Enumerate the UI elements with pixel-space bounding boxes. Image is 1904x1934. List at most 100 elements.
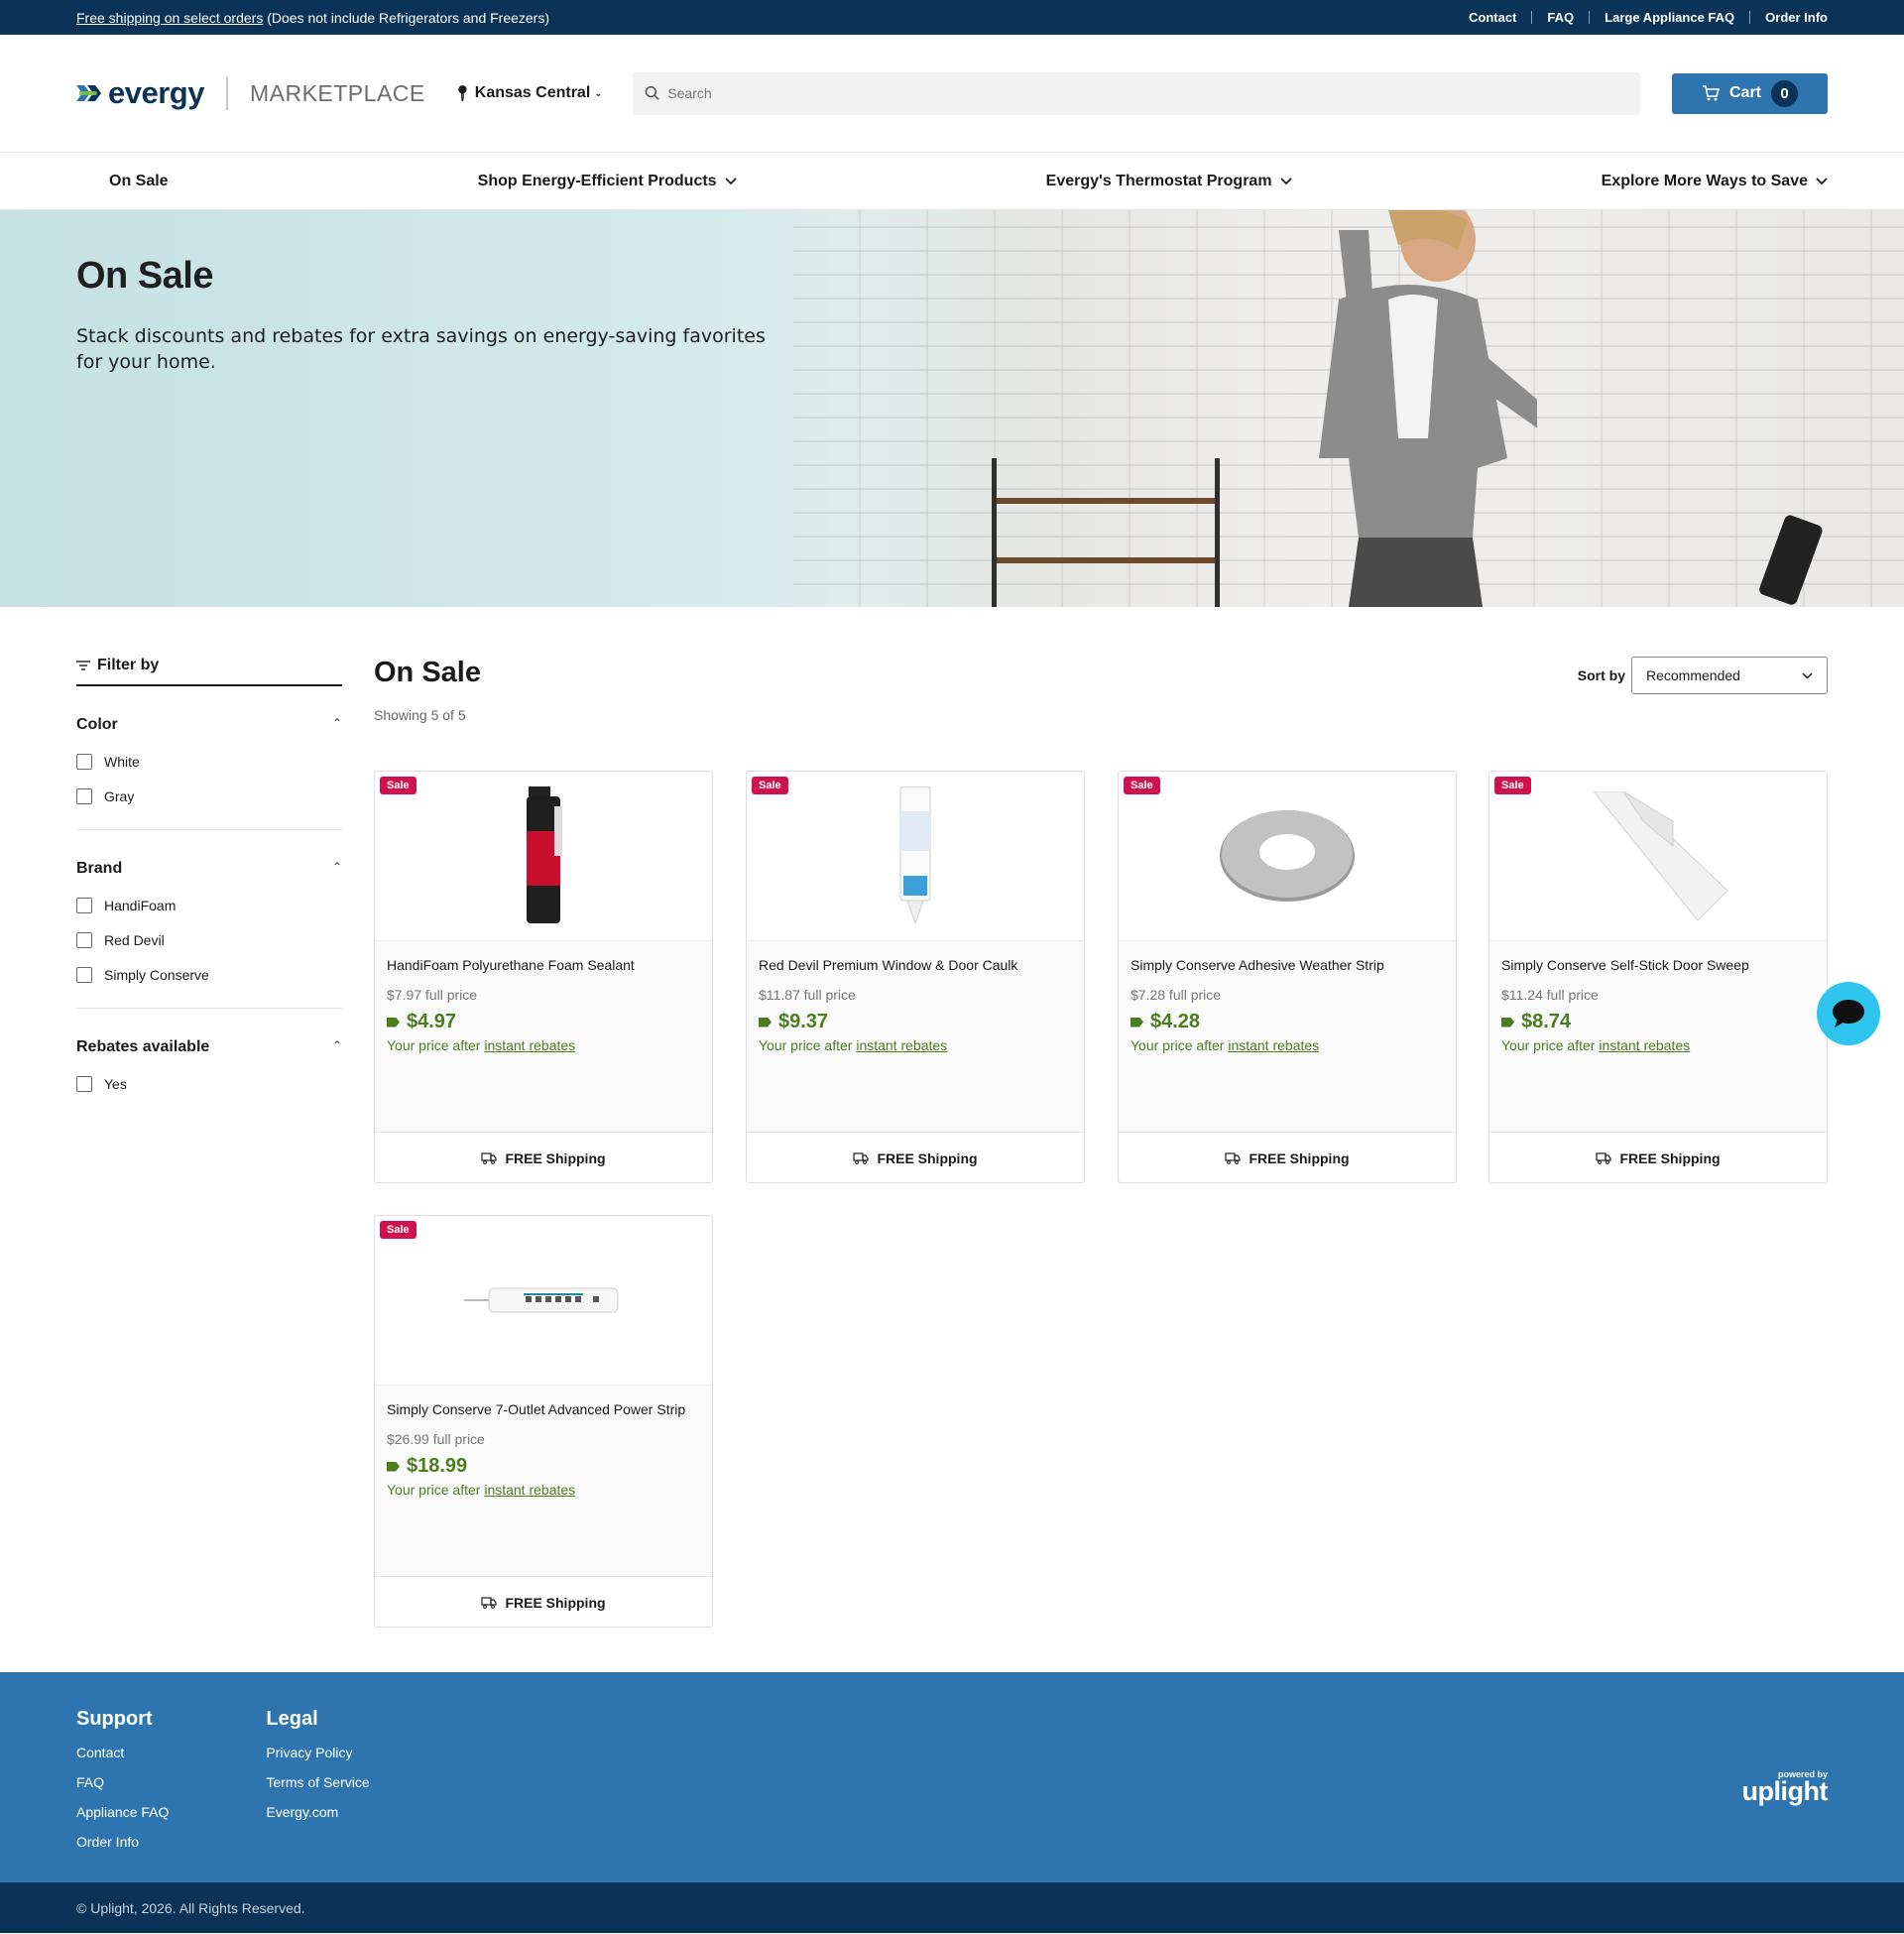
- product-card[interactable]: Sale Simply Conserve Self-Stick Door Swe…: [1488, 771, 1828, 1183]
- instant-rebates-link[interactable]: instant rebates: [1599, 1037, 1690, 1053]
- product-name[interactable]: Simply Conserve Self-Stick Door Sweep: [1501, 957, 1815, 973]
- footer-link-appliance-faq[interactable]: Appliance FAQ: [76, 1804, 169, 1834]
- product-image[interactable]: Sale: [1119, 772, 1456, 941]
- checkbox[interactable]: [76, 931, 92, 948]
- filter-option-label: Gray: [104, 787, 135, 804]
- instant-rebates-link[interactable]: instant rebates: [484, 1037, 575, 1053]
- sale-price-value: $9.37: [778, 1011, 829, 1032]
- nav-item-explore-more-ways[interactable]: Explore More Ways to Save: [1602, 173, 1828, 190]
- footer-link-contact[interactable]: Contact: [76, 1745, 169, 1774]
- free-shipping-link[interactable]: Free shipping on select orders: [76, 10, 263, 26]
- foam-sealant-can-image: [527, 786, 562, 923]
- rebate-prefix: Your price after: [387, 1482, 481, 1498]
- filter-option-label: Simply Conserve: [104, 966, 209, 983]
- chevron-down-icon: [724, 177, 737, 184]
- truck-icon: [1225, 1151, 1242, 1164]
- cart-button[interactable]: Cart 0: [1672, 72, 1828, 114]
- shipping-label: FREE Shipping: [877, 1149, 978, 1166]
- instant-rebates-link[interactable]: instant rebates: [484, 1482, 575, 1498]
- footer-link-order-info[interactable]: Order Info: [76, 1834, 169, 1864]
- uplight-logo[interactable]: powered by uplight: [1742, 1769, 1829, 1807]
- checkbox[interactable]: [76, 897, 92, 913]
- filter-heading: Filter by: [97, 657, 160, 673]
- product-card[interactable]: Sale Red Devil Premium Window & Door Cau…: [746, 771, 1085, 1183]
- filter-option-yes[interactable]: Yes: [76, 1066, 342, 1101]
- nav-item-label: Explore More Ways to Save: [1601, 172, 1808, 189]
- product-image[interactable]: Sale: [375, 772, 712, 941]
- filter-option-handifoam[interactable]: HandiFoam: [76, 888, 342, 922]
- search-bar[interactable]: [632, 71, 1640, 115]
- truck-icon: [481, 1151, 498, 1164]
- filter-option-gray[interactable]: Gray: [76, 779, 342, 813]
- product-image[interactable]: Sale: [1489, 772, 1827, 941]
- instant-rebates-link[interactable]: instant rebates: [1228, 1037, 1319, 1053]
- chevron-up-icon: ⌃: [331, 1038, 342, 1052]
- chat-button[interactable]: [1817, 982, 1880, 1045]
- checkbox[interactable]: [76, 1075, 92, 1092]
- filter-group-brand: Brand ⌃ HandiFoam Red Devil Simply Conse…: [76, 830, 342, 1009]
- nav-item-on-sale[interactable]: On Sale: [109, 173, 169, 190]
- product-name[interactable]: Simply Conserve Adhesive Weather Strip: [1130, 957, 1444, 973]
- main-content: Filter by Color ⌃ White Gray Brand ⌃ Han…: [0, 607, 1904, 1672]
- rebate-prefix: Your price after: [1501, 1037, 1596, 1053]
- product-card[interactable]: Sale Simply Conserve 7-Outlet Advanced P…: [374, 1215, 713, 1628]
- utility-link-faq[interactable]: FAQ: [1532, 10, 1589, 25]
- full-price: $11.87 full price: [759, 987, 856, 1003]
- logo-divider: [225, 76, 228, 110]
- utility-link-large-appliance-faq[interactable]: Large Appliance FAQ: [1590, 10, 1749, 25]
- checkbox[interactable]: [76, 966, 92, 983]
- sale-badge: Sale: [380, 1221, 416, 1239]
- location-pin-icon: 📍︎: [452, 85, 472, 102]
- copyright-bar: © Uplight, 2026. All Rights Reserved.: [0, 1882, 1904, 1933]
- site-header: evergy MARKETPLACE 📍︎ Kansas Central ⌄ C…: [0, 35, 1904, 153]
- product-name[interactable]: Simply Conserve 7-Outlet Advanced Power …: [387, 1401, 700, 1417]
- utility-link-contact[interactable]: Contact: [1454, 10, 1531, 25]
- rebate-prefix: Your price after: [759, 1037, 853, 1053]
- location-selector[interactable]: 📍︎ Kansas Central ⌄: [453, 84, 603, 102]
- chevron-down-icon: [1816, 177, 1828, 184]
- filter-option-white[interactable]: White: [76, 744, 342, 779]
- cart-count-badge: 0: [1771, 79, 1798, 107]
- truck-icon: [481, 1596, 498, 1609]
- filter-group-toggle[interactable]: Color ⌃: [76, 716, 342, 734]
- filter-header[interactable]: Filter by: [76, 657, 342, 686]
- product-image[interactable]: Sale: [747, 772, 1084, 941]
- utility-link-order-info[interactable]: Order Info: [1750, 10, 1828, 25]
- filter-option-red-devil[interactable]: Red Devil: [76, 922, 342, 957]
- product-card[interactable]: Sale Simply Conserve Adhesive Weather St…: [1118, 771, 1457, 1183]
- door-sweep-image: [1593, 791, 1728, 920]
- product-name[interactable]: HandiFoam Polyurethane Foam Sealant: [387, 957, 700, 973]
- instant-rebates-link[interactable]: instant rebates: [856, 1037, 947, 1053]
- filter-group-color: Color ⌃ White Gray: [76, 686, 342, 830]
- checkbox[interactable]: [76, 787, 92, 804]
- footer-link-privacy[interactable]: Privacy Policy: [266, 1745, 369, 1774]
- sort-label: Sort by: [1577, 667, 1625, 683]
- shipping-label: FREE Shipping: [1249, 1149, 1350, 1166]
- filter-option-simply-conserve[interactable]: Simply Conserve: [76, 957, 342, 992]
- footer-support: Support Contact FAQ Appliance FAQ Order …: [76, 1708, 169, 1864]
- shipping-label: FREE Shipping: [505, 1149, 606, 1166]
- price-tag-icon: [759, 1017, 772, 1027]
- evergy-logo[interactable]: evergy MARKETPLACE: [76, 75, 425, 111]
- shipping-info: FREE Shipping: [747, 1132, 1084, 1182]
- footer-link-evergy[interactable]: Evergy.com: [266, 1804, 369, 1834]
- footer-link-faq[interactable]: FAQ: [76, 1774, 169, 1804]
- checkbox[interactable]: [76, 753, 92, 770]
- product-card[interactable]: Sale HandiFoam Polyurethane Foam Sealant…: [374, 771, 713, 1183]
- price-tag-icon: [387, 1017, 400, 1027]
- sort-select[interactable]: Recommended: [1631, 657, 1828, 694]
- filter-group-title: Brand: [76, 860, 123, 877]
- footer-link-terms[interactable]: Terms of Service: [266, 1774, 369, 1804]
- chevron-up-icon: ⌃: [331, 716, 342, 730]
- copyright-text: © Uplight, 2026. All Rights Reserved.: [76, 1899, 305, 1916]
- sale-badge: Sale: [1124, 777, 1160, 794]
- filter-group-toggle[interactable]: Rebates available ⌃: [76, 1038, 342, 1056]
- filter-option-label: Yes: [104, 1075, 127, 1092]
- product-image[interactable]: Sale: [375, 1216, 712, 1386]
- search-input[interactable]: [667, 85, 1628, 101]
- product-name[interactable]: Red Devil Premium Window & Door Caulk: [759, 957, 1072, 973]
- nav-item-shop-energy-efficient[interactable]: Shop Energy-Efficient Products: [478, 173, 737, 190]
- filter-group-toggle[interactable]: Brand ⌃: [76, 860, 342, 878]
- nav-item-thermostat-program[interactable]: Evergy's Thermostat Program: [1046, 173, 1292, 190]
- nav-item-label: Evergy's Thermostat Program: [1045, 172, 1272, 189]
